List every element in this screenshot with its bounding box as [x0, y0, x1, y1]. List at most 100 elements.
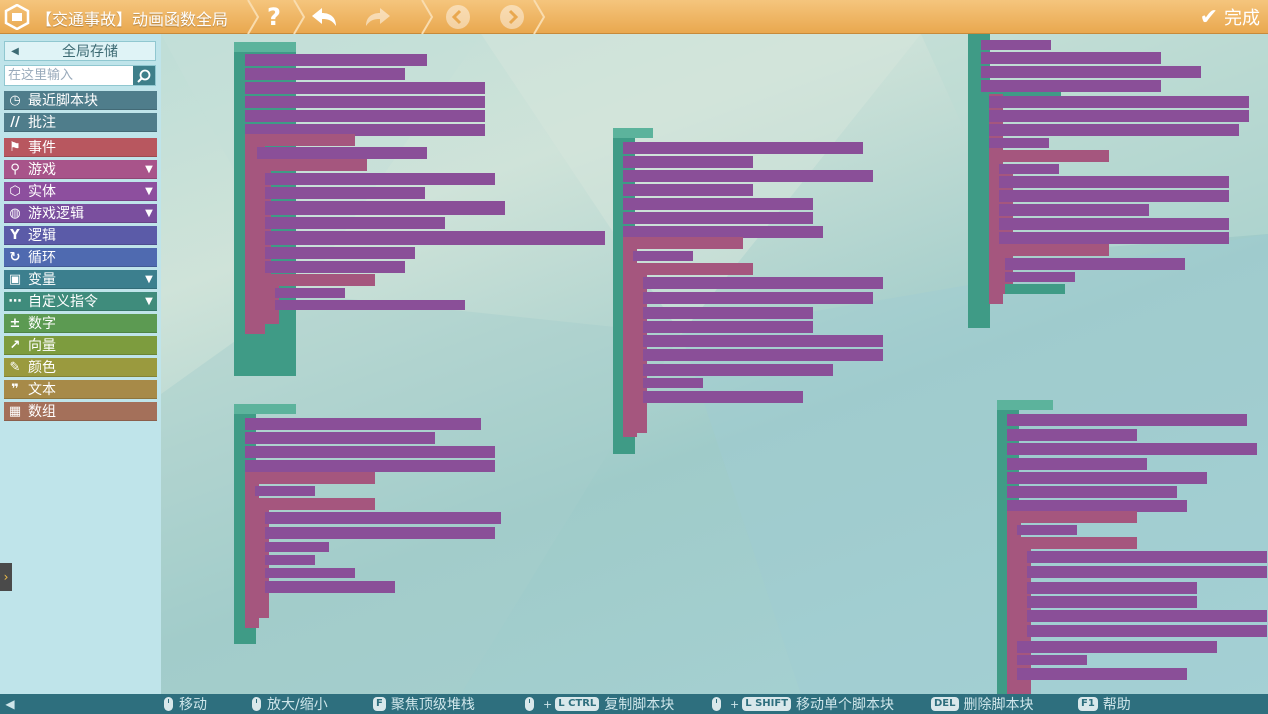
category-label: 最近脚本块 — [28, 93, 98, 109]
collapse-arrow-icon[interactable]: ◀ — [5, 46, 25, 57]
pen-icon: ✎ — [9, 359, 21, 375]
category-custom-command[interactable]: ⋯ 自定义指令 ▼ — [4, 292, 157, 311]
app-logo-icon — [2, 2, 32, 32]
category-label: 循环 — [28, 250, 56, 266]
hint-move-single: + L SHIFT 移动单个脚本块 — [712, 694, 894, 714]
script-stack[interactable] — [997, 400, 1267, 694]
category-label: 实体 — [28, 184, 56, 200]
shortcut-bar: ◀ 移动 放大/缩小 F 聚焦顶级堆栈 + L CTRL 复制脚本块 + L S… — [0, 694, 1268, 714]
palette-search — [4, 65, 156, 86]
key-shift-icon: L SHIFT — [742, 697, 792, 711]
expand-arrow-icon: ▼ — [145, 295, 153, 307]
hint-zoom: 放大/缩小 — [252, 694, 328, 714]
key-del-icon: DEL — [931, 697, 959, 711]
category-label: 数字 — [28, 316, 56, 332]
category-label: 游戏逻辑 — [28, 206, 84, 222]
chevron-left-icon: ◀ — [5, 697, 15, 711]
hint-focus: F 聚焦顶级堆栈 — [373, 694, 475, 714]
hint-label: 移动单个脚本块 — [796, 697, 895, 713]
palette-toggle-button[interactable]: › — [0, 563, 12, 591]
script-stack[interactable] — [234, 404, 501, 644]
key-ctrl-icon: L CTRL — [555, 697, 600, 711]
category-game-logic[interactable]: ◍ 游戏逻辑 ▼ — [4, 204, 157, 223]
grid-icon: ▦ — [8, 403, 22, 419]
next-button[interactable] — [492, 0, 532, 34]
check-icon: ✔ — [1199, 4, 1218, 30]
redo-icon — [366, 8, 390, 26]
block-palette: ◀ 全局存储 ◷ 最近脚本块 // 批注 ⚑ 事件 ⚲ 游戏 ▼ ⬡ 实体 ▼ — [0, 34, 161, 694]
category-game[interactable]: ⚲ 游戏 ▼ — [4, 160, 157, 179]
separator-icon — [532, 0, 546, 35]
hint-label: 帮助 — [1102, 697, 1131, 713]
variable-icon: ▣ — [8, 271, 22, 287]
script-workspace[interactable] — [161, 34, 1268, 694]
key-f-icon: F — [373, 697, 386, 711]
chevron-left-circle-icon — [446, 5, 470, 29]
search-input[interactable] — [5, 66, 139, 85]
plus-icon: + — [543, 697, 553, 711]
category-loop[interactable]: ↻ 循环 — [4, 248, 157, 267]
mouse-wheel-icon — [252, 697, 261, 711]
vector-icon: ↗ — [9, 337, 21, 353]
script-title: 【交通事故】动画函数全局 — [36, 10, 229, 29]
comment-icon: // — [10, 114, 20, 130]
script-stack[interactable] — [968, 34, 1249, 328]
hint-label: 移动 — [179, 697, 207, 713]
script-blocks[interactable] — [161, 34, 1268, 694]
mouse-icon — [712, 697, 721, 711]
undo-icon — [312, 8, 336, 26]
hint-copy: + L CTRL 复制脚本块 — [525, 694, 674, 714]
category-logic[interactable]: Y 逻辑 — [4, 226, 157, 245]
done-button[interactable]: ✔ 完成 — [1200, 0, 1260, 34]
top-bar: 【交通事故】动画函数全局 ? ✔ 完成 — [0, 0, 1268, 35]
mouse-icon — [525, 697, 534, 711]
global-store-label: 全局存储 — [62, 44, 118, 60]
hint-delete: DEL 删除脚本块 — [931, 694, 1034, 714]
global-store-header[interactable]: ◀ 全局存储 — [4, 41, 156, 61]
category-label: 向量 — [28, 338, 56, 354]
category-vector[interactable]: ↗ 向量 — [4, 336, 157, 355]
undo-button[interactable] — [304, 0, 344, 34]
category-variable[interactable]: ▣ 变量 ▼ — [4, 270, 157, 289]
dots-icon: ⋯ — [8, 293, 22, 309]
expand-arrow-icon: ▼ — [145, 207, 153, 219]
expand-arrow-icon: ▼ — [145, 163, 153, 175]
category-event[interactable]: ⚑ 事件 — [4, 138, 157, 157]
clock-icon: ◷ — [9, 92, 21, 108]
category-entity[interactable]: ⬡ 实体 ▼ — [4, 182, 157, 201]
category-number[interactable]: ± 数字 — [4, 314, 157, 333]
hint-move: 移动 — [164, 694, 207, 714]
hint-label: 聚焦顶级堆栈 — [390, 697, 475, 713]
category-recent[interactable]: ◷ 最近脚本块 — [4, 91, 157, 110]
script-stack[interactable] — [613, 128, 883, 454]
expand-arrow-icon: ▼ — [145, 273, 153, 285]
chevron-right-icon: › — [3, 570, 9, 584]
chevron-right-circle-icon — [500, 5, 524, 29]
category-label: 自定义指令 — [28, 294, 98, 310]
category-label: 数组 — [28, 404, 56, 420]
shortcut-bar-toggle[interactable]: ◀ — [0, 694, 20, 714]
hint-help: F1 帮助 — [1078, 694, 1131, 714]
category-array[interactable]: ▦ 数组 — [4, 402, 157, 421]
category-label: 变量 — [28, 272, 56, 288]
mouse-icon — [164, 697, 173, 711]
category-color[interactable]: ✎ 颜色 — [4, 358, 157, 377]
category-label: 游戏 — [28, 162, 56, 178]
category-text[interactable]: ❞ 文本 — [4, 380, 157, 399]
hint-label: 放大/缩小 — [267, 697, 328, 713]
category-label: 事件 — [28, 140, 56, 156]
search-icon — [137, 69, 151, 83]
category-label: 文本 — [28, 382, 56, 398]
script-stack[interactable] — [234, 42, 605, 376]
expand-arrow-icon: ▼ — [145, 185, 153, 197]
category-comment[interactable]: // 批注 — [4, 113, 157, 132]
help-icon: ? — [267, 3, 281, 31]
previous-button[interactable] — [438, 0, 478, 34]
redo-button[interactable] — [358, 0, 398, 34]
help-button[interactable]: ? — [254, 0, 294, 34]
category-label: 颜色 — [28, 360, 56, 376]
key-f1-icon: F1 — [1078, 697, 1098, 711]
plus-icon: + — [730, 697, 740, 711]
category-label: 逻辑 — [28, 228, 56, 244]
search-button[interactable] — [133, 66, 155, 85]
